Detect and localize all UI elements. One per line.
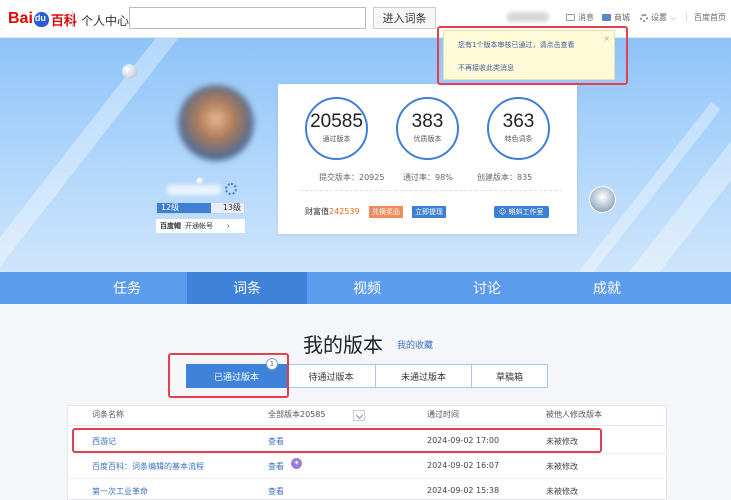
mall-label: 商城 xyxy=(614,13,630,22)
chevron-right-icon: › xyxy=(227,222,230,230)
stat-label: 通过版本 xyxy=(322,135,351,143)
highlight-box xyxy=(437,26,628,85)
gear-icon xyxy=(640,13,648,22)
subtab-drafts[interactable]: 草稿箱 xyxy=(472,364,548,388)
my-favorites-link[interactable]: 我的收藏 xyxy=(397,338,433,351)
logo-text: Bai xyxy=(8,10,33,27)
tab-tasks[interactable]: 任务 xyxy=(67,272,187,304)
highlight-box xyxy=(168,353,289,398)
tab-achievements[interactable]: 成就 xyxy=(547,272,667,304)
username[interactable] xyxy=(507,12,549,22)
messages-link[interactable]: 消息 xyxy=(566,12,594,23)
tab-entries[interactable]: 词条 xyxy=(187,272,307,304)
main-nav: 任务 词条 视频 讨论 成就 xyxy=(0,272,731,304)
tab-discussions[interactable]: 讨论 xyxy=(427,272,547,304)
baidu-home-label: 百度首页 xyxy=(694,13,726,22)
feature-badge-icon: ✦ xyxy=(291,458,302,469)
subtab-pending[interactable]: 待通过版本 xyxy=(287,364,376,388)
row-divider xyxy=(67,453,667,454)
current-level: 12级 xyxy=(161,203,180,212)
messages-label: 消息 xyxy=(578,13,594,22)
tadpole-icon: ☺ xyxy=(499,208,509,216)
open-account-link[interactable]: 百度帽 开通帐号 › xyxy=(156,219,245,233)
highlight-box xyxy=(72,428,602,453)
stat-value: 383 xyxy=(411,111,444,132)
stat-passed-versions[interactable]: 20585 通过版本 xyxy=(305,97,368,160)
pass-time: 2024-09-02 16:07 xyxy=(427,461,500,470)
page-title: 个人中心 xyxy=(81,14,130,28)
column-header: 词条名称 xyxy=(92,410,124,419)
gear-icon[interactable] xyxy=(225,183,237,195)
modified-status: 未被修改 xyxy=(546,487,578,496)
exchange-prize-button[interactable]: 兑换奖品 xyxy=(369,206,403,218)
stat-label: 优质版本 xyxy=(413,135,442,143)
created-versions: 创建版本：835 xyxy=(477,173,533,182)
modified-status: 未被修改 xyxy=(546,462,578,471)
pass-time: 2024-09-02 15:38 xyxy=(427,486,500,495)
pass-rate: 通过率：98% xyxy=(403,173,453,182)
logo-divider xyxy=(72,11,73,27)
studio-button[interactable]: ☺ 蝌蚪工作室 xyxy=(494,206,549,218)
entry-name-link[interactable]: 第一次工业革命 xyxy=(92,486,148,497)
header-divider xyxy=(67,425,667,426)
subtab-rejected[interactable]: 未通过版本 xyxy=(376,364,472,388)
section-heading: 我的版本 xyxy=(303,333,383,357)
search-input[interactable] xyxy=(129,7,366,29)
view-link[interactable]: 查看 xyxy=(268,486,284,497)
decor-ball xyxy=(122,64,137,79)
submitted-versions: 提交版本：20925 xyxy=(319,173,385,182)
column-header: 全部版本20585 xyxy=(268,410,326,419)
paw-icon xyxy=(33,11,49,27)
column-header: 被他人修改版本 xyxy=(546,410,602,419)
level-progress-bar: 12级 13级 xyxy=(156,202,245,214)
open-account-label: 开通帐号 xyxy=(185,222,213,230)
column-header: 通过时间 xyxy=(427,410,459,419)
row-divider xyxy=(67,478,667,479)
chevron-down-icon: ⌵ xyxy=(670,12,677,22)
studio-label: 蝌蚪工作室 xyxy=(508,208,544,216)
mail-icon xyxy=(566,14,575,21)
wealth-label: 财富值 xyxy=(305,207,329,216)
entry-name-link[interactable]: 百度百科：词条编辑的基本流程 xyxy=(92,461,204,472)
user-name xyxy=(167,185,221,195)
stat-value: 20585 xyxy=(310,111,363,132)
stat-value: 363 xyxy=(502,111,535,132)
baidu-home-link[interactable]: 百度首页 xyxy=(694,12,726,23)
decor-stripe xyxy=(0,38,195,270)
view-link[interactable]: 查看 xyxy=(268,461,284,472)
version-filter-dropdown[interactable] xyxy=(353,410,365,421)
enter-entry-button[interactable]: 进入词条 xyxy=(373,7,436,29)
side-avatar[interactable] xyxy=(589,186,616,213)
baidu-hat-brand: 百度帽 xyxy=(160,222,181,230)
avatar[interactable] xyxy=(178,85,254,161)
mall-link[interactable]: 商城 xyxy=(602,12,630,23)
tab-videos[interactable]: 视频 xyxy=(307,272,427,304)
stat-quality-versions[interactable]: 383 优质版本 xyxy=(396,97,459,160)
stat-featured-entries[interactable]: 363 特色词条 xyxy=(487,97,550,160)
wealth-value: 242539 xyxy=(329,207,360,216)
wealth: 财富值242539 xyxy=(305,206,360,217)
logo-baike-text: 百科 xyxy=(50,12,77,28)
card-divider xyxy=(300,190,562,191)
shop-icon xyxy=(602,14,611,21)
settings-link[interactable]: 设置 ⌵ xyxy=(640,12,676,23)
settings-label: 设置 xyxy=(651,13,667,22)
baidu-baike-logo[interactable]: Bai 百科 xyxy=(8,9,77,29)
stat-label: 特色词条 xyxy=(504,135,533,143)
separator xyxy=(686,12,687,22)
withdraw-button[interactable]: 立即提现 xyxy=(412,206,446,218)
next-level: 13级 xyxy=(222,203,241,212)
